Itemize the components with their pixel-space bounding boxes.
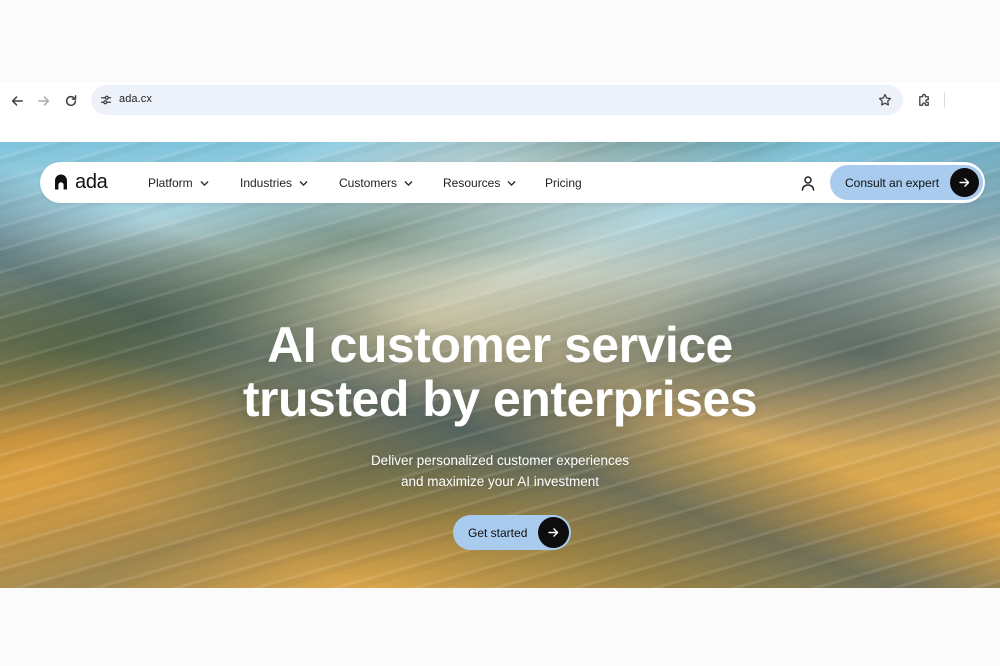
consult-expert-button[interactable]: Consult an expert bbox=[830, 165, 983, 200]
toolbar-divider bbox=[944, 92, 945, 108]
nav-item-customers[interactable]: Customers bbox=[339, 175, 413, 191]
site-navbar: ada Platform Industries Customers Resour… bbox=[40, 162, 985, 203]
reload-icon bbox=[65, 95, 77, 107]
url-text[interactable]: ada.cx bbox=[119, 93, 152, 105]
arrow-circle bbox=[950, 168, 979, 197]
hero-subtext: Deliver personalized customer experience… bbox=[0, 450, 1000, 492]
address-bar[interactable]: ada.cx bbox=[91, 85, 903, 115]
user-icon bbox=[801, 176, 815, 191]
chevron-down-icon bbox=[200, 180, 209, 186]
star-icon bbox=[878, 93, 892, 106]
reload-button[interactable] bbox=[61, 91, 81, 111]
chevron-down-icon bbox=[299, 180, 308, 186]
browser-toolbar: ada.cx bbox=[0, 82, 1000, 142]
back-button[interactable] bbox=[7, 91, 27, 111]
site-logo[interactable]: ada bbox=[53, 170, 108, 193]
tune-icon bbox=[100, 95, 112, 105]
screenshot-stage: ada.cx ada Platform Industries Customers… bbox=[0, 0, 1000, 666]
nav-item-industries[interactable]: Industries bbox=[240, 175, 308, 191]
nav-item-label: Customers bbox=[339, 176, 398, 190]
nav-item-label: Industries bbox=[240, 176, 293, 190]
puzzle-icon bbox=[918, 93, 929, 106]
nav-item-label: Platform bbox=[148, 176, 193, 190]
account-button[interactable] bbox=[793, 168, 823, 198]
arrow-circle bbox=[538, 517, 569, 548]
chevron-down-icon bbox=[404, 180, 413, 186]
nav-item-label: Resources bbox=[443, 176, 501, 190]
consult-button-label: Consult an expert bbox=[845, 176, 940, 190]
headline-line-2: trusted by enterprises bbox=[242, 371, 758, 427]
subtext-line-1: Deliver personalized customer experience… bbox=[370, 453, 630, 468]
ada-logo-icon bbox=[55, 174, 67, 190]
bookmark-button[interactable] bbox=[877, 92, 893, 108]
nav-item-label: Pricing bbox=[545, 176, 582, 190]
hero-headline: AI customer service trusted by enterpris… bbox=[0, 318, 1000, 426]
cta-label: Get started bbox=[468, 526, 528, 540]
nav-item-platform[interactable]: Platform bbox=[148, 175, 209, 191]
hero-section: ada Platform Industries Customers Resour… bbox=[0, 142, 1000, 588]
arrow-right-icon bbox=[959, 178, 970, 187]
chevron-down-icon bbox=[507, 180, 516, 186]
logo-text: ada bbox=[75, 170, 108, 193]
arrow-left-icon bbox=[11, 96, 23, 106]
headline-line-1: AI customer service bbox=[267, 317, 733, 373]
nav-item-pricing[interactable]: Pricing bbox=[545, 175, 582, 191]
site-info-button[interactable] bbox=[99, 93, 113, 107]
arrow-right-icon bbox=[38, 96, 50, 106]
nav-item-resources[interactable]: Resources bbox=[443, 175, 516, 191]
get-started-button[interactable]: Get started bbox=[453, 515, 571, 550]
forward-button[interactable] bbox=[34, 91, 54, 111]
arrow-right-icon bbox=[548, 528, 559, 537]
subtext-line-2: and maximize your AI investment bbox=[400, 474, 600, 489]
extensions-button[interactable] bbox=[914, 90, 934, 110]
